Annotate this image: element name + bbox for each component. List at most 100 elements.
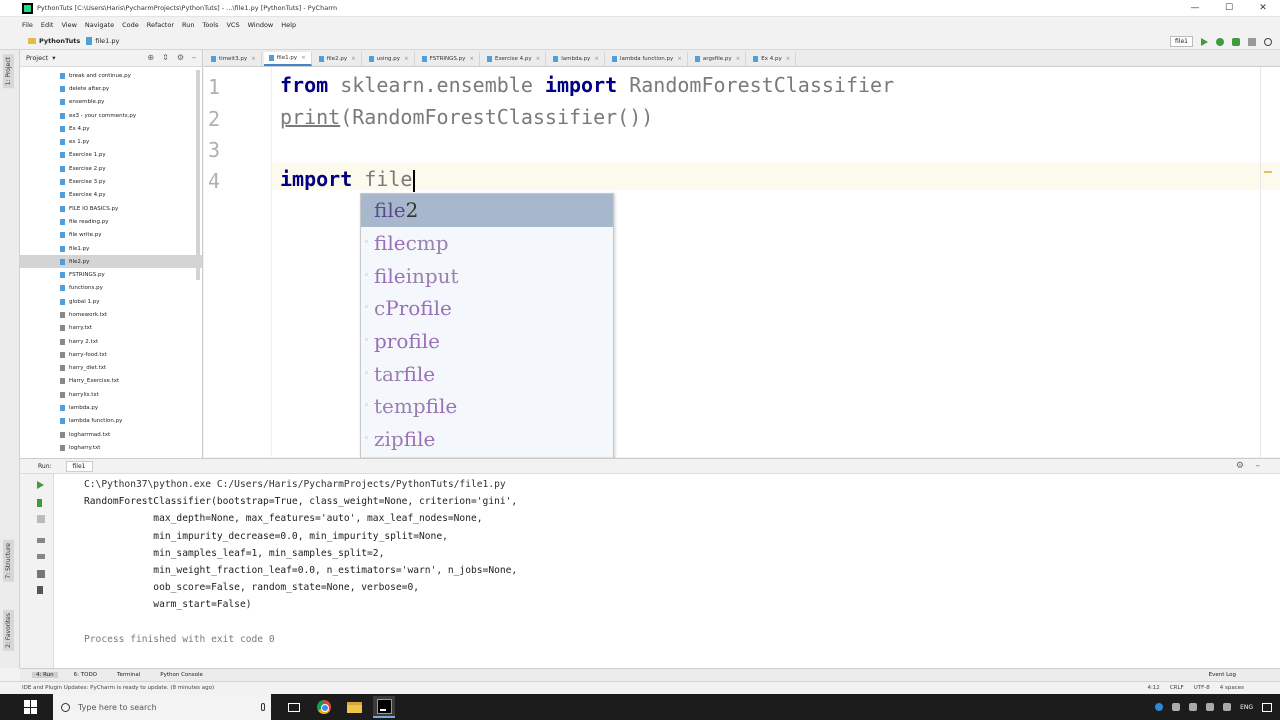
- indent-setting[interactable]: 4 spaces: [1220, 685, 1244, 691]
- project-tree-item[interactable]: delete after.py: [20, 82, 202, 95]
- project-tree-item[interactable]: homework.txt: [20, 308, 202, 321]
- gear-icon[interactable]: ⚙: [177, 54, 184, 62]
- status-message[interactable]: IDE and Plugin Updates: PyCharm is ready…: [22, 685, 214, 691]
- file-encoding[interactable]: UTF-8: [1194, 685, 1210, 691]
- line-separator[interactable]: CRLF: [1170, 685, 1184, 691]
- editor-tab[interactable]: timeit3.py ×: [206, 52, 262, 66]
- pin-icon[interactable]: [37, 570, 45, 578]
- menu-navigate[interactable]: Navigate: [85, 21, 114, 29]
- completion-item[interactable]: ◦ temp file: [361, 390, 613, 423]
- project-tree-item[interactable]: global 1.py: [20, 295, 202, 308]
- menu-file[interactable]: File: [22, 21, 33, 29]
- project-tree-item[interactable]: FSTRINGS.py: [20, 268, 202, 281]
- caret-position[interactable]: 4:12: [1147, 685, 1159, 691]
- breadcrumb-project[interactable]: PythonTuts: [28, 37, 80, 45]
- close-tab-icon[interactable]: ×: [469, 56, 474, 62]
- warning-stripe-marker[interactable]: [1264, 171, 1272, 173]
- hide-icon[interactable]: –: [192, 54, 196, 62]
- project-tree-item[interactable]: harry-food.txt: [20, 348, 202, 361]
- project-tree-item[interactable]: harry.txt: [20, 322, 202, 335]
- taskbar-explorer[interactable]: [343, 696, 365, 718]
- close-tab-icon[interactable]: ×: [536, 56, 541, 62]
- project-tree-item[interactable]: harry 2.txt: [20, 335, 202, 348]
- taskbar-search[interactable]: Type here to search: [53, 694, 271, 720]
- tray-app-icon[interactable]: [1155, 703, 1164, 711]
- completion-item[interactable]: ◦ file input: [361, 259, 613, 292]
- project-tree-item[interactable]: file1.py: [20, 242, 202, 255]
- menu-view[interactable]: View: [61, 21, 76, 29]
- volume-icon[interactable]: [1223, 703, 1232, 711]
- project-view-select[interactable]: Project: [26, 54, 48, 62]
- close-tab-icon[interactable]: ×: [594, 56, 599, 62]
- trash-icon[interactable]: [37, 586, 43, 594]
- close-tab-icon[interactable]: ×: [301, 55, 306, 61]
- project-tree-item[interactable]: ensemble.py: [20, 96, 202, 109]
- editor-tab[interactable]: using.py ×: [364, 52, 415, 66]
- close-tab-icon[interactable]: ×: [786, 56, 791, 62]
- search-everywhere-icon[interactable]: [1264, 37, 1272, 46]
- completion-item[interactable]: ◦ zip file: [361, 423, 613, 456]
- completion-item[interactable]: ◦ file 2: [361, 194, 613, 227]
- stop-icon[interactable]: [37, 515, 45, 523]
- project-tree-item[interactable]: ex3 - your comments.py: [20, 109, 202, 122]
- project-tree-item[interactable]: ex 1.py: [20, 135, 202, 148]
- python-console-tool-tab[interactable]: Python Console: [156, 672, 207, 678]
- editor-tab[interactable]: file1.py ×: [263, 52, 312, 66]
- chevron-down-icon[interactable]: ▾: [52, 54, 55, 62]
- project-tree-item[interactable]: file2.py: [20, 255, 202, 269]
- project-tree-item[interactable]: Harry_Exercise.txt: [20, 375, 202, 388]
- taskbar-chrome[interactable]: [313, 696, 335, 718]
- project-tree-item[interactable]: Exercise 4.py: [20, 189, 202, 202]
- collapse-icon[interactable]: ⇕: [162, 54, 169, 62]
- editor-tab[interactable]: Ex 4.py ×: [748, 52, 797, 66]
- microphone-icon[interactable]: [261, 703, 265, 711]
- stop-icon[interactable]: [1248, 37, 1256, 46]
- print-icon[interactable]: [37, 554, 45, 559]
- run-tab-file1[interactable]: file1: [65, 460, 93, 472]
- todo-tool-tab[interactable]: 6: TODO: [70, 672, 101, 678]
- editor-tab[interactable]: lambda function.py ×: [607, 52, 688, 66]
- project-scrollbar[interactable]: [196, 70, 200, 280]
- soft-wrap-icon[interactable]: [37, 538, 45, 543]
- project-tree-item[interactable]: Exercise 3.py: [20, 175, 202, 188]
- project-tree-item[interactable]: logharrmad.txt: [20, 428, 202, 441]
- close-tab-icon[interactable]: ×: [251, 56, 256, 62]
- terminal-tool-tab[interactable]: Terminal: [113, 672, 144, 678]
- project-tree-item[interactable]: Exercise 2.py: [20, 162, 202, 175]
- project-tree-item[interactable]: lambda function.py: [20, 415, 202, 428]
- close-button[interactable]: ✕: [1246, 0, 1280, 17]
- project-tree-item[interactable]: FILE IO BASICS.py: [20, 202, 202, 215]
- coverage-icon[interactable]: [1232, 37, 1240, 46]
- editor-tab[interactable]: lambda.py ×: [548, 52, 605, 66]
- windows-start-icon[interactable]: [24, 700, 38, 714]
- close-tab-icon[interactable]: ×: [677, 56, 682, 62]
- debug-icon[interactable]: [1216, 37, 1224, 46]
- project-tree-item[interactable]: Ex 4.py: [20, 122, 202, 135]
- completion-item[interactable]: ◦ profile: [361, 325, 613, 358]
- close-tab-icon[interactable]: ×: [351, 56, 356, 62]
- run-icon[interactable]: [1201, 37, 1208, 46]
- menu-tools[interactable]: Tools: [202, 21, 218, 29]
- menu-window[interactable]: Window: [248, 21, 274, 29]
- run-configuration-select[interactable]: file1: [1170, 36, 1193, 47]
- completion-item[interactable]: ◦ tar file: [361, 357, 613, 390]
- editor-tab[interactable]: Exercise 4.py ×: [482, 52, 547, 66]
- menu-edit[interactable]: Edit: [41, 21, 54, 29]
- task-view-button[interactable]: [283, 696, 305, 718]
- run-tool-tab[interactable]: 4: Run: [32, 672, 58, 678]
- people-icon[interactable]: [1172, 703, 1181, 711]
- menu-run[interactable]: Run: [182, 21, 194, 29]
- project-tree-item[interactable]: break and continue.py: [20, 69, 202, 82]
- project-tree-item[interactable]: harry_diet.txt: [20, 362, 202, 375]
- locate-icon[interactable]: ⊕: [147, 54, 154, 62]
- menu-code[interactable]: Code: [122, 21, 139, 29]
- project-tree-item[interactable]: logharry.txt: [20, 441, 202, 454]
- editor-tab[interactable]: file2.py ×: [314, 52, 362, 66]
- run-console-output[interactable]: C:\Python37\python.exe C:/Users/Haris/Py…: [54, 474, 1280, 668]
- menu-vcs[interactable]: VCS: [226, 21, 239, 29]
- up-arrow-icon[interactable]: [37, 499, 42, 507]
- editor-tab[interactable]: argsfile.py ×: [690, 52, 747, 66]
- project-tree-item[interactable]: lambda.py: [20, 401, 202, 414]
- chevron-up-icon[interactable]: [1189, 703, 1198, 711]
- structure-tool-tab[interactable]: 7: Structure: [3, 540, 14, 582]
